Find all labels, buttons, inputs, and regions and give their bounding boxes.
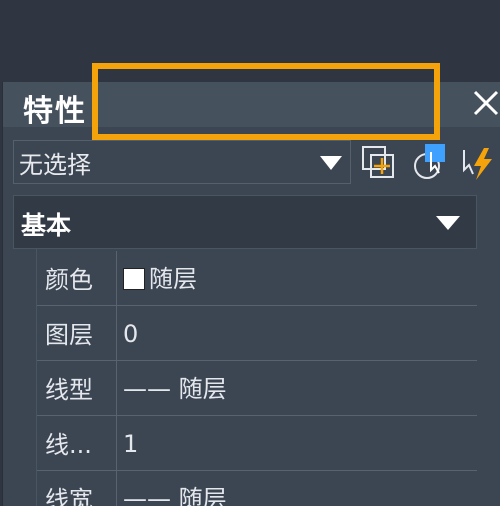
property-value[interactable]: 0 [123, 306, 138, 360]
selection-value: 无选择 [19, 151, 91, 179]
property-row-layer[interactable]: 图层 0 [37, 306, 477, 361]
property-value[interactable]: 随层 [123, 251, 197, 305]
property-label: 图层 [37, 306, 117, 360]
panel-title: 特性 [23, 94, 87, 129]
property-value[interactable]: —— 随层 [123, 361, 227, 415]
property-row-color[interactable]: 颜色 随层 [37, 251, 477, 306]
property-label: 线型 [37, 361, 117, 415]
property-row-linescale[interactable]: 线... 1 [37, 416, 477, 471]
section-gutter [13, 249, 37, 506]
chevron-down-icon [320, 156, 342, 170]
toggle-pickadd-icon[interactable] [360, 144, 398, 182]
section-title: 基本 [21, 211, 72, 240]
property-label: 颜色 [37, 251, 117, 305]
close-icon[interactable] [471, 84, 500, 122]
property-row-linetype[interactable]: 线型 —— 随层 [37, 361, 477, 416]
selection-dropdown[interactable]: 无选择 [13, 140, 351, 184]
color-value: 随层 [149, 265, 197, 293]
property-label: 线宽 [37, 471, 117, 506]
quick-select-icon[interactable] [458, 144, 496, 182]
property-label: 线... [37, 416, 117, 470]
property-value[interactable]: —— 随层 [123, 471, 227, 506]
color-swatch [123, 268, 145, 290]
property-value[interactable]: 1 [123, 416, 138, 470]
highlight-box [92, 63, 440, 140]
property-row-lineweight[interactable]: 线宽 —— 随层 [37, 471, 477, 506]
select-objects-icon[interactable] [410, 144, 448, 182]
chevron-down-icon[interactable] [436, 216, 460, 230]
basic-section-header[interactable]: 基本 [13, 195, 477, 249]
